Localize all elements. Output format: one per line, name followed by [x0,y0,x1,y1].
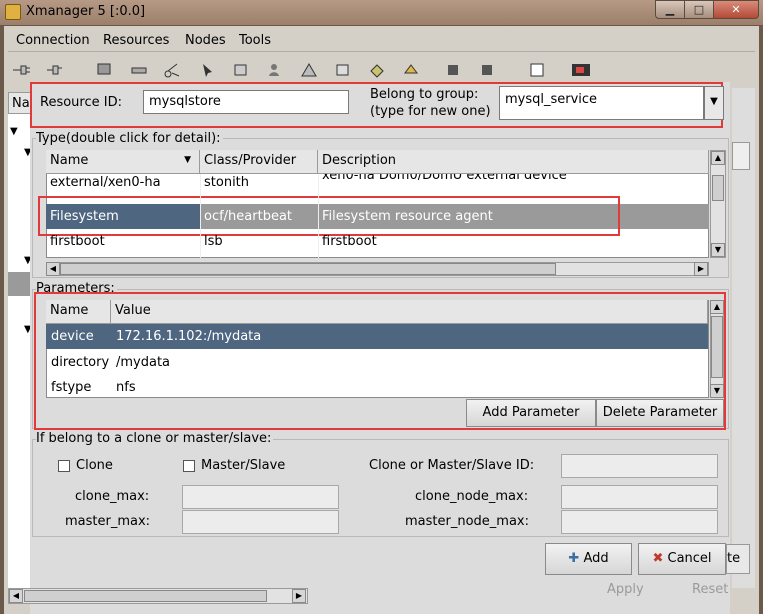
user-icon[interactable] [266,62,284,78]
master-node-max-label: master_node_max: [405,514,529,529]
bottom-hscroll-thumb[interactable] [24,590,267,602]
scroll-right-icon[interactable]: ▶ [292,589,306,603]
plug-icon[interactable] [12,62,38,78]
warning-icon[interactable] [300,62,318,78]
cancel-button-label: Cancel [667,551,712,566]
app-icon [5,4,21,20]
clone-checkbox[interactable] [58,460,70,472]
stop-square-icon[interactable] [478,62,496,78]
add-button-label: Add [583,551,609,566]
clone-max-input[interactable] [182,485,339,509]
reset-button[interactable]: Reset [692,582,728,597]
master-slave-checkbox[interactable] [183,460,195,472]
clone-node-max-input[interactable] [561,485,718,509]
stop-icon[interactable] [232,62,250,78]
menu-tools[interactable]: Tools [239,33,271,48]
doc-icon[interactable] [528,62,546,78]
connect-icon[interactable] [46,62,70,78]
master-node-max-input[interactable] [561,510,718,534]
node-icon[interactable] [95,62,113,78]
window-title: Xmanager 5 [:0.0] [26,4,146,19]
pointer-icon[interactable] [198,62,216,78]
add-button[interactable]: ✚ Add [545,543,632,575]
refresh-icon[interactable] [368,62,386,78]
master-max-label: master_max: [65,514,151,529]
clone-checkbox-label: Clone [76,458,113,473]
menu-nodes[interactable]: Nodes [185,33,226,48]
left-tree-selected[interactable] [8,272,30,296]
clone-node-max-label: clone_node_max: [415,489,529,504]
clone-legend: If belong to a clone or master/slave: [36,431,274,446]
right-scroll-thumb[interactable] [732,142,750,170]
cut-icon[interactable] [163,62,181,78]
left-tree-header-label: Na [12,96,30,111]
minimize-button[interactable]: ▁ [655,0,685,19]
maximize-button[interactable]: □ [684,0,714,19]
exit-icon[interactable] [570,62,594,78]
cancel-button[interactable]: ✖ Cancel [638,543,726,575]
close-button[interactable]: ✕ [713,0,759,19]
apply-button[interactable]: Apply [607,582,644,597]
scroll-left-icon[interactable]: ◀ [9,589,23,603]
cancel-icon: ✖ [652,551,664,566]
clone-id-label: Clone or Master/Slave ID: [369,458,535,473]
plus-icon: ✚ [568,551,580,566]
params-highlight [34,292,726,430]
master-slave-checkbox-label: Master/Slave [201,458,286,473]
master-max-input[interactable] [182,510,339,534]
menu-connection[interactable]: Connection [16,33,90,48]
up-icon[interactable] [402,62,420,78]
clone-id-input[interactable] [561,454,718,478]
resource-icon[interactable] [130,62,148,78]
clone-max-label: clone_max: [75,489,150,504]
partial-button[interactable]: te [726,544,750,574]
menu-resources[interactable]: Resources [103,33,169,48]
pause-icon[interactable] [444,62,462,78]
expand-icon[interactable]: ▼ [10,126,18,137]
play-icon[interactable] [334,62,352,78]
left-tree-panel[interactable] [8,114,30,594]
